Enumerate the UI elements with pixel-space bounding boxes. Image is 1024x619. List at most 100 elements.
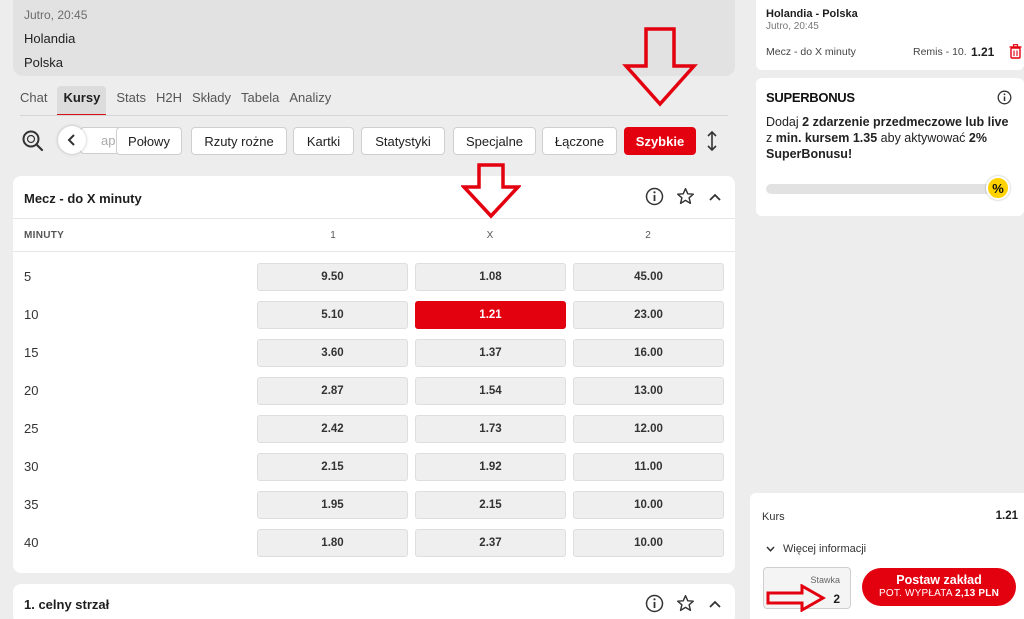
team-away: Polska xyxy=(24,55,64,70)
tab-bar: Chat Kursy Stats H2H Składy Tabela Anali… xyxy=(20,86,341,116)
search-icon[interactable] xyxy=(20,128,46,154)
chevron-up-icon[interactable] xyxy=(707,596,723,612)
market-filter-bar: ap Połowy Rzuty rożne Kartki Statystyki … xyxy=(20,124,732,158)
market-actions xyxy=(645,187,723,206)
filter-chip-specjalne[interactable]: Specjalne xyxy=(453,127,536,155)
star-icon[interactable] xyxy=(676,187,695,206)
odd-button-x[interactable]: 2.37 xyxy=(415,529,566,557)
odd-button-1[interactable]: 1.95 xyxy=(257,491,408,519)
filter-chip-statystyki[interactable]: Statystyki xyxy=(361,127,445,155)
row-minute: 40 xyxy=(24,535,39,550)
odd-button-2[interactable]: 16.00 xyxy=(573,339,724,367)
place-bet-button[interactable]: Postaw zakład POT. WYPŁATA 2,13 PLN xyxy=(862,568,1016,606)
tab-kursy[interactable]: Kursy xyxy=(57,86,107,116)
tab-tabela[interactable]: Tabela xyxy=(241,86,279,116)
info-icon[interactable] xyxy=(997,90,1012,105)
odd-button-1[interactable]: 2.42 xyxy=(257,415,408,443)
stake-value: 2 xyxy=(833,592,840,606)
row-minute: 5 xyxy=(24,269,32,284)
market-2-actions xyxy=(645,594,723,613)
sb-text-part: min. kursem 1.35 xyxy=(775,131,878,145)
total-odds-label: Kurs xyxy=(762,511,785,523)
odd-button-2[interactable]: 13.00 xyxy=(573,377,724,405)
odd-button-1[interactable]: 9.50 xyxy=(257,263,408,291)
filter-chip-rzuty-rozne[interactable]: Rzuty rożne xyxy=(191,127,287,155)
odd-button-x[interactable]: 2.15 xyxy=(415,491,566,519)
odd-button-2[interactable]: 12.00 xyxy=(573,415,724,443)
filter-chip-laczone[interactable]: Łączone xyxy=(542,127,617,155)
odd-button-x-selected[interactable]: 1.21 xyxy=(415,301,566,329)
slip-pick: Remis - 10. xyxy=(913,46,967,58)
stake-input[interactable]: Stawka 2 xyxy=(763,567,851,609)
info-icon[interactable] xyxy=(645,187,664,206)
row-minute: 25 xyxy=(24,421,39,436)
star-icon[interactable] xyxy=(676,594,695,613)
header-col-x: X xyxy=(486,230,494,241)
sb-text-part: 2 zdarzenie przedmeczowe lub live xyxy=(802,115,1009,129)
info-icon[interactable] xyxy=(645,594,664,613)
odd-button-2[interactable]: 10.00 xyxy=(573,491,724,519)
row-minute: 10 xyxy=(24,307,39,322)
tab-stats[interactable]: Stats xyxy=(116,86,146,116)
tab-sklady[interactable]: Składy xyxy=(192,86,231,116)
sb-text-part: z xyxy=(766,131,776,145)
payout-value: 2,13 PLN xyxy=(955,588,999,599)
potential-payout: POT. WYPŁATA 2,13 PLN xyxy=(862,588,1016,599)
chevron-up-icon[interactable] xyxy=(707,189,723,205)
tabs-divider xyxy=(20,115,728,116)
odd-button-1[interactable]: 3.60 xyxy=(257,339,408,367)
slip-market: Mecz - do X minuty xyxy=(766,46,856,58)
odd-button-x[interactable]: 1.37 xyxy=(415,339,566,367)
filter-chip-polowy[interactable]: Połowy xyxy=(116,127,182,155)
tab-h2h[interactable]: H2H xyxy=(156,86,182,116)
odds-row: 35 1.95 2.15 10.00 xyxy=(13,491,735,519)
header-col-1: 1 xyxy=(330,230,336,241)
odd-button-2[interactable]: 45.00 xyxy=(573,263,724,291)
odd-button-2[interactable]: 23.00 xyxy=(573,301,724,329)
match-header: Jutro, 20:45 Holandia Polska xyxy=(13,0,735,76)
odd-button-x[interactable]: 1.73 xyxy=(415,415,566,443)
odd-button-2[interactable]: 10.00 xyxy=(573,529,724,557)
tab-analizy[interactable]: Analizy xyxy=(289,86,331,116)
filter-chip-szybkie[interactable]: Szybkie xyxy=(624,127,696,155)
payout-label: POT. WYPŁATA xyxy=(879,588,953,599)
slip-match: Holandia - Polska xyxy=(766,8,858,20)
sb-text-part: aby aktywować xyxy=(877,131,969,145)
trash-icon[interactable] xyxy=(1009,44,1022,59)
sb-text-part: Dodaj xyxy=(766,115,803,129)
team-home: Holandia xyxy=(24,31,76,46)
odd-button-x[interactable]: 1.08 xyxy=(415,263,566,291)
odds-row: 10 5.10 1.21 23.00 xyxy=(13,301,735,329)
stake-label: Stawka xyxy=(810,575,840,585)
slip-time: Jutro, 20:45 xyxy=(766,21,819,32)
odd-button-1[interactable]: 2.15 xyxy=(257,453,408,481)
event-panel: Jutro, 20:45 Holandia Polska Chat Kursy … xyxy=(0,0,748,619)
filter-chip-kartki[interactable]: Kartki xyxy=(293,127,354,155)
place-bet-label: Postaw zakład xyxy=(896,573,982,587)
tab-chat[interactable]: Chat xyxy=(20,86,47,116)
odds-row: 25 2.42 1.73 12.00 xyxy=(13,415,735,443)
odds-header-row: MINUTY 1 X 2 xyxy=(13,219,735,251)
bet-slip-summary: Kurs 1.21 Więcej informacji Stawka 2 Pos… xyxy=(750,493,1024,619)
market-title: Mecz - do X minuty xyxy=(24,191,142,206)
total-odds-value: 1.21 xyxy=(995,510,1018,522)
chips-prev-button[interactable] xyxy=(58,126,86,154)
more-info-label: Więcej informacji xyxy=(783,543,867,555)
odd-button-1[interactable]: 2.87 xyxy=(257,377,408,405)
bet-slip-panel: Holandia - Polska Jutro, 20:45 Mecz - do… xyxy=(748,0,1024,619)
market-2-title: 1. celny strzał xyxy=(24,597,110,612)
market-card-2: 1. celny strzał xyxy=(13,584,735,619)
expand-vertical-icon[interactable] xyxy=(706,130,718,152)
odd-button-1[interactable]: 1.80 xyxy=(257,529,408,557)
more-info-toggle[interactable]: Więcej informacji xyxy=(766,543,866,555)
odd-button-1[interactable]: 5.10 xyxy=(257,301,408,329)
odd-button-x[interactable]: 1.92 xyxy=(415,453,566,481)
odd-button-x[interactable]: 1.54 xyxy=(415,377,566,405)
odds-row: 20 2.87 1.54 13.00 xyxy=(13,377,735,405)
divider xyxy=(13,251,735,252)
superbonus-progress-bar xyxy=(766,184,998,194)
odd-button-2[interactable]: 11.00 xyxy=(573,453,724,481)
match-time: Jutro, 20:45 xyxy=(24,8,88,22)
superbonus-card: SUPERBONUS Dodaj 2 zdarzenie przedmeczow… xyxy=(756,78,1024,216)
header-minutes: MINUTY xyxy=(24,230,65,241)
